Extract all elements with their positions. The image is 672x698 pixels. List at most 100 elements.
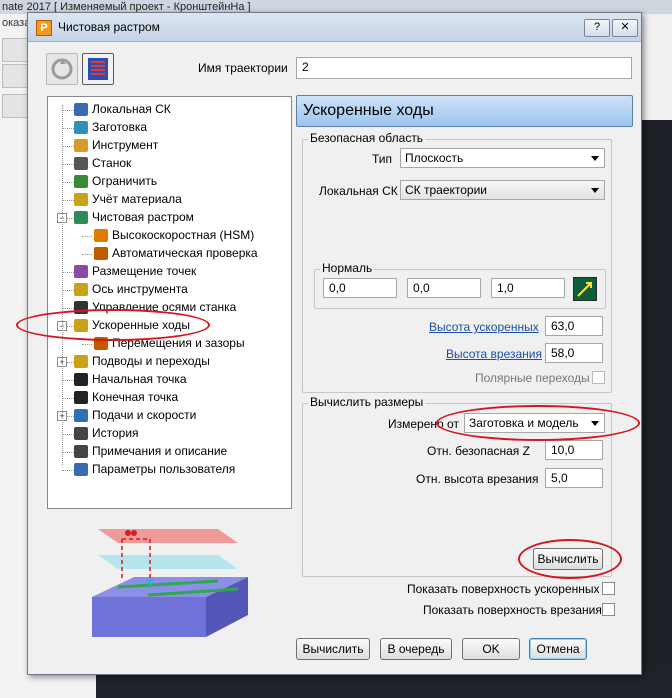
pick-normal-icon[interactable] — [573, 277, 597, 301]
tree-item-history[interactable]: История — [48, 425, 289, 442]
limit-icon — [74, 175, 88, 188]
tree-guide-line — [62, 200, 74, 201]
tree-item-label: Высокоскоростная (HSM) — [112, 228, 255, 242]
toolpath-preview-icon[interactable] — [82, 53, 114, 85]
panel-header-title: Ускоренные ходы — [303, 102, 434, 119]
auto-check-icon — [94, 247, 108, 260]
end-point-icon — [74, 391, 88, 404]
normal-x-input[interactable]: 0,0 — [323, 278, 397, 298]
polar-moves-checkbox[interactable] — [592, 371, 605, 384]
tree-item-label: Ограничить — [92, 174, 158, 188]
polar-moves-label: Полярные переходы — [475, 371, 590, 385]
plunge-height-link[interactable]: Высота врезания — [446, 347, 542, 361]
tree-item-notes[interactable]: Примечания и описание — [48, 443, 289, 460]
rel-plunge-input[interactable]: 5,0 — [545, 468, 603, 488]
plunge-height-input[interactable]: 58,0 — [545, 343, 603, 363]
tree-item-limit[interactable]: Ограничить — [48, 173, 289, 190]
recycle-icon[interactable] — [46, 53, 78, 85]
tree-item-label: Примечания и описание — [92, 444, 228, 458]
tree-guide-line — [82, 236, 92, 237]
annotation-ellipse-tree — [16, 309, 210, 341]
tree-item-end-point[interactable]: Конечная точка — [48, 389, 289, 406]
stock-icon — [74, 121, 88, 134]
tree-guide-line — [62, 380, 74, 381]
tree-guide-line — [62, 164, 74, 165]
help-button[interactable]: ? — [584, 19, 610, 37]
tree-item-label: Чистовая растром — [92, 210, 194, 224]
trajectory-name-input[interactable]: 2 — [296, 57, 632, 79]
ok-button[interactable]: OK — [462, 638, 520, 660]
tree-item-label: Параметры пользователя — [92, 462, 236, 476]
local-cs-label: Локальная СК — [319, 184, 398, 198]
tree-item-hsm[interactable]: Высокоскоростная (HSM) — [48, 227, 289, 244]
normal-z-input[interactable]: 1,0 — [491, 278, 565, 298]
type-value: Плоскость — [405, 151, 464, 165]
tree-item-auto-check[interactable]: Автоматическая проверка — [48, 245, 289, 262]
tree-guide-line — [62, 128, 74, 129]
tree-item-raster-finish[interactable]: − Чистовая растром — [48, 209, 289, 226]
show-plunge-surface-checkbox[interactable] — [602, 603, 615, 616]
material-icon — [74, 193, 88, 206]
show-plunge-surface-label: Показать поверхность врезания — [423, 603, 602, 617]
tree-item-label: Начальная точка — [92, 372, 187, 386]
chevron-down-icon — [591, 156, 599, 161]
machine-icon — [74, 157, 88, 170]
tree-item-leads-links[interactable]: + Подводы и переходы — [48, 353, 289, 370]
tree-item-local-cs[interactable]: Локальная СК — [48, 101, 289, 118]
rel-safe-z-input[interactable]: 10,0 — [545, 440, 603, 460]
tree-item-label: Заготовка — [92, 120, 148, 134]
tree-item-label: Конечная точка — [92, 390, 179, 404]
raster-finish-icon — [74, 211, 88, 224]
tree-item-feeds-speeds[interactable]: + Подачи и скорости — [48, 407, 289, 424]
background-tool-button[interactable] — [2, 38, 28, 62]
safe-area-title: Безопасная область — [308, 131, 426, 145]
tree-item-label: Размещение точек — [92, 264, 197, 278]
tree-item-stock[interactable]: Заготовка — [48, 119, 289, 136]
tree-guide-line — [62, 452, 74, 453]
dialog-title: Чистовая растром — [58, 20, 160, 34]
local-cs-icon — [74, 103, 88, 116]
tree-item-machine[interactable]: Станок — [48, 155, 289, 172]
show-rapid-surface-checkbox[interactable] — [602, 582, 615, 595]
tree-item-point-distribution[interactable]: Размещение точек — [48, 263, 289, 280]
feeds-speeds-icon — [74, 409, 88, 422]
calculate-button[interactable]: Вычислить — [296, 638, 370, 660]
hsm-icon — [94, 229, 108, 242]
normal-y-input[interactable]: 0,0 — [407, 278, 481, 298]
annotation-ellipse-calculate — [518, 539, 622, 579]
app-logo-icon: P — [36, 20, 52, 36]
strategy-tree: Локальная СК Заготовка Инструмент Станок Огр… — [47, 96, 292, 509]
type-dropdown[interactable]: Плоскость — [400, 148, 605, 168]
tree-item-material[interactable]: Учёт материала — [48, 191, 289, 208]
tree-guide-line — [62, 434, 74, 435]
tree-guide-line — [62, 110, 74, 111]
background-tool-button[interactable] — [2, 64, 28, 88]
tree-item-label: Подачи и скорости — [92, 408, 197, 422]
cancel-button[interactable]: Отмена — [529, 638, 587, 660]
rel-plunge-label: Отн. высота врезания — [416, 472, 539, 486]
local-cs-dropdown[interactable]: СК траектории — [400, 180, 605, 200]
tree-item-tool-axis[interactable]: Ось инструмента — [48, 281, 289, 298]
point-distribution-icon — [74, 265, 88, 278]
calc-dims-title: Вычислить размеры — [308, 395, 426, 409]
user-params-icon — [74, 463, 88, 476]
tree-item-tool[interactable]: Инструмент — [48, 137, 289, 154]
rapid-moves-illustration — [88, 511, 258, 656]
tree-item-user-params[interactable]: Параметры пользователя — [48, 461, 289, 478]
tree-item-start-point[interactable]: Начальная точка — [48, 371, 289, 388]
rapid-height-input[interactable]: 63,0 — [545, 316, 603, 336]
dialog-title-bar: P Чистовая растром ? ✕ — [28, 13, 641, 42]
close-button[interactable]: ✕ — [612, 19, 638, 37]
rapid-height-link[interactable]: Высота ускоренных — [429, 320, 539, 334]
type-label: Тип — [372, 152, 393, 166]
tree-guide-line — [62, 290, 74, 291]
history-icon — [74, 427, 88, 440]
queue-button[interactable]: В очередь — [380, 638, 452, 660]
tree-item-label: История — [92, 426, 139, 440]
background-tool-button[interactable] — [2, 94, 28, 118]
tree-guide-line — [62, 105, 63, 465]
tree-item-label: Подводы и переходы — [92, 354, 210, 368]
trajectory-name-label: Имя траектории — [198, 61, 288, 75]
tree-item-label: Автоматическая проверка — [112, 246, 258, 260]
tree-guide-line — [62, 182, 74, 183]
